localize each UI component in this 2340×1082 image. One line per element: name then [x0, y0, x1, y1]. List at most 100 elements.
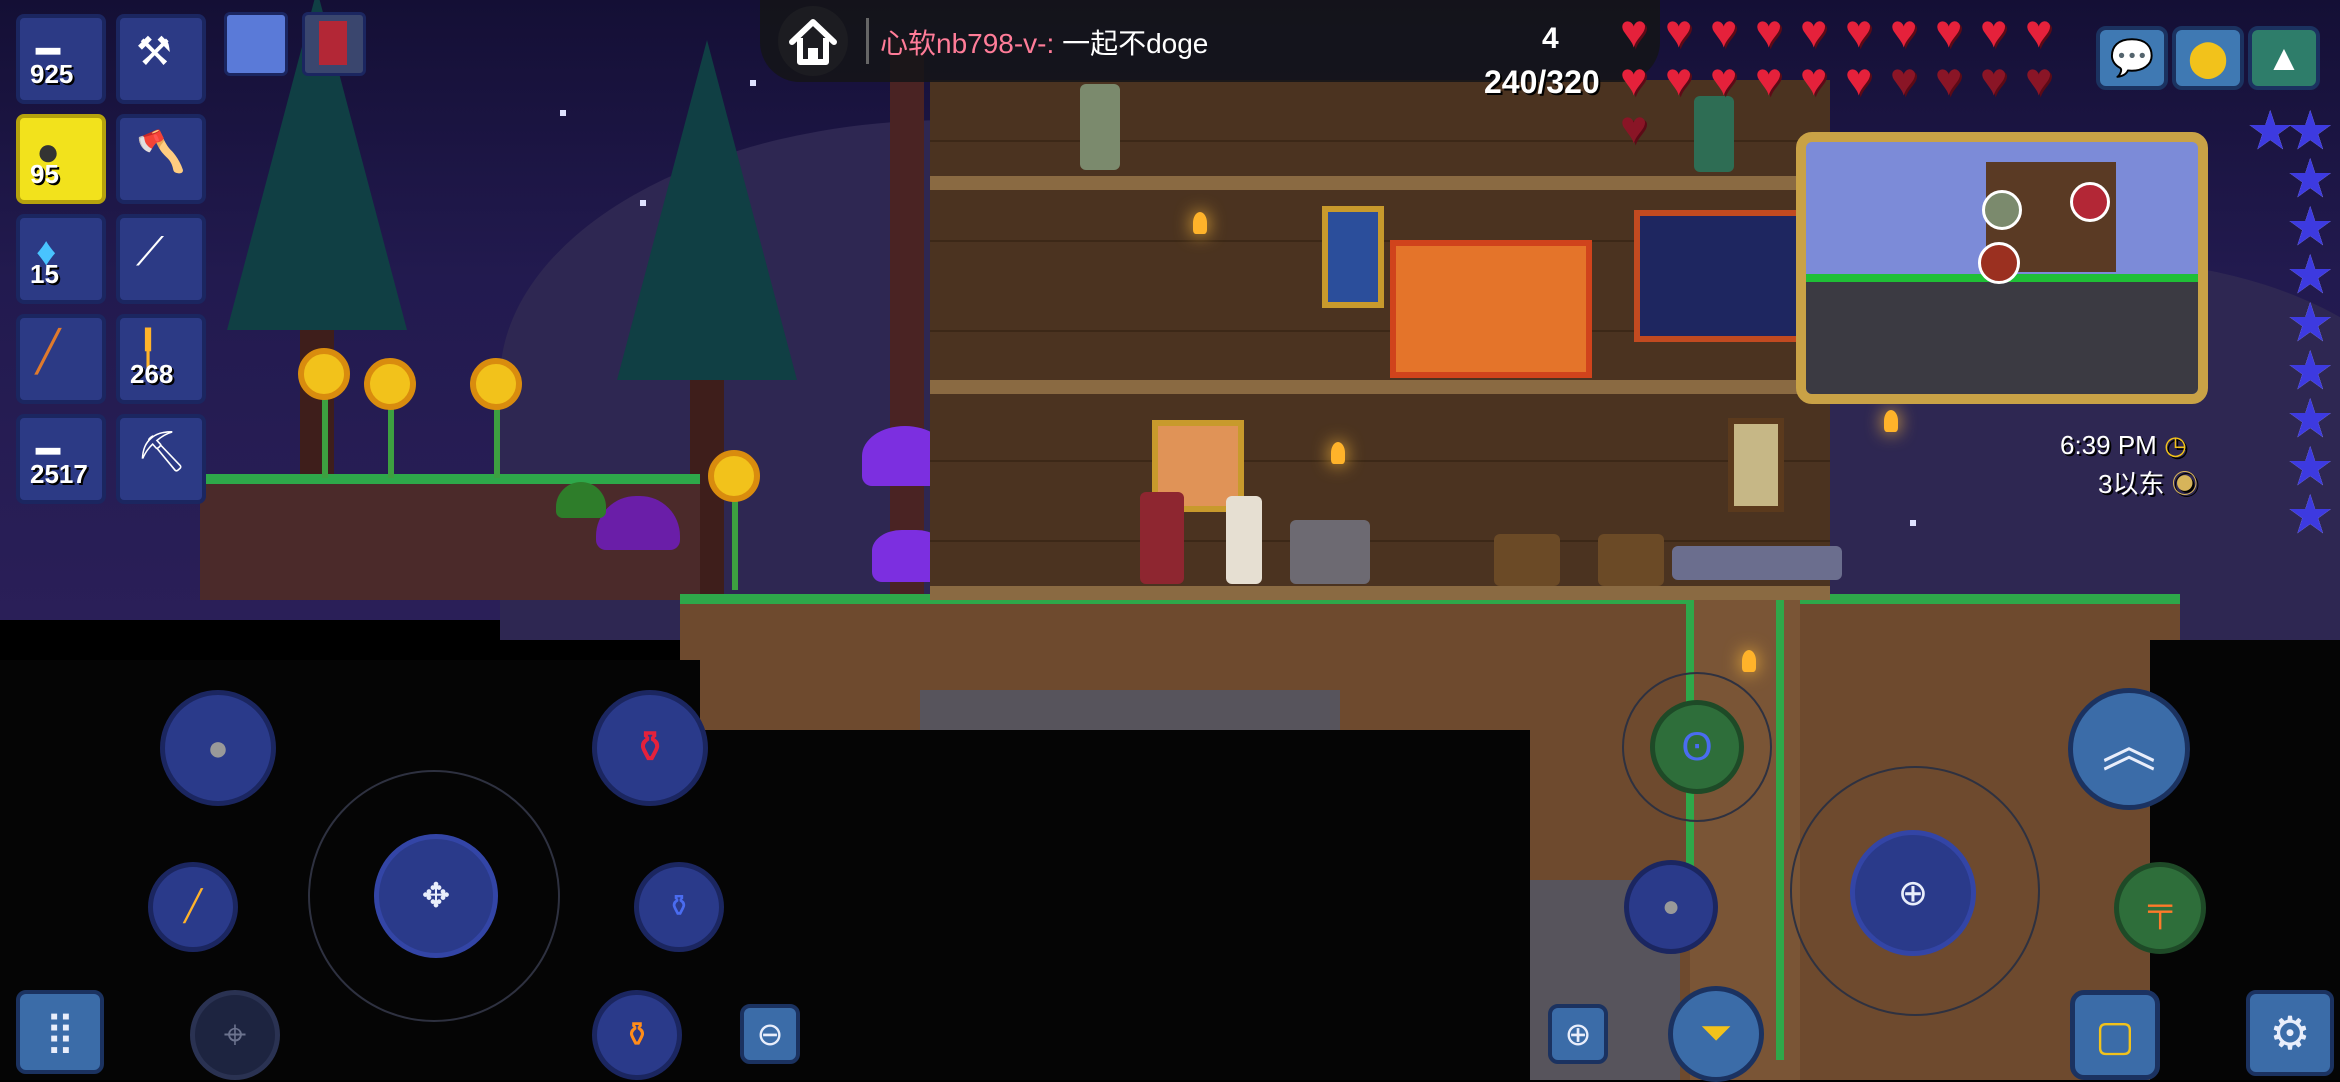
quick-mana-button[interactable]: ⚱: [634, 862, 724, 952]
house-floor: [930, 176, 1830, 190]
hotbar-slot-3[interactable]: ● 95: [16, 114, 106, 204]
smart-cursor-button[interactable]: ⌖: [190, 990, 280, 1080]
storage-chest[interactable]: [1494, 534, 1560, 586]
minimap-terrain: [1806, 282, 2198, 394]
inventory-button[interactable]: ⣿: [16, 990, 104, 1074]
heart-empty-icon: ♥: [2025, 53, 2053, 105]
quick-heal-button[interactable]: ⚱: [592, 690, 708, 806]
position-text: 3以东: [2098, 469, 2165, 499]
slot-count: 2517: [30, 459, 88, 489]
hotbar-slot-1[interactable]: ━ 925: [16, 14, 106, 104]
interact-button[interactable]: ▢: [2070, 990, 2160, 1080]
quick-item-button[interactable]: ●: [1624, 860, 1718, 954]
gun-icon: ╤: [2147, 889, 2173, 927]
player-character[interactable]: [1140, 492, 1184, 584]
heart-full-icon: ♥: [1755, 53, 1783, 105]
dpad-icon: ✥: [421, 877, 451, 915]
compass-position: 3以东 ◉: [2098, 464, 2198, 501]
heart-full-icon: ♥: [1890, 5, 1918, 57]
crosshair-icon: ⌖: [223, 1013, 247, 1057]
grass-top: [200, 474, 700, 484]
wall-torch: [1193, 212, 1207, 234]
hotbar-slot-4[interactable]: 🪓: [116, 114, 206, 204]
painting: [1728, 418, 1784, 512]
hotbar-slot-9[interactable]: ━ 2517: [16, 414, 106, 504]
square-icon: ▢: [2095, 1012, 2135, 1059]
movement-joystick[interactable]: ✥: [374, 834, 498, 958]
use-item-button[interactable]: ╤: [2114, 862, 2206, 954]
sunflower: [298, 348, 350, 400]
hotbar-slot-6[interactable]: ⟋: [116, 214, 206, 304]
hotbar-slot-8[interactable]: ╿ 268: [116, 314, 206, 404]
game-time: 6:39 PM ◷: [2060, 430, 2187, 461]
merchant-npc[interactable]: [1694, 96, 1734, 172]
slot-count: 925: [30, 59, 74, 89]
heart-full-icon: ♥: [1665, 5, 1693, 57]
minimap-npc-marker: [1982, 190, 2022, 230]
hotbar-slot-10[interactable]: ⛏: [116, 414, 206, 504]
grid-icon: ⣿: [45, 1010, 75, 1054]
heart-empty-icon: ♥: [1980, 53, 2008, 105]
bomb-icon: ●: [1661, 890, 1681, 923]
staff-icon: ╱: [36, 330, 61, 374]
guide-npc[interactable]: [1080, 84, 1120, 170]
heart-full-icon: ♥: [1665, 53, 1693, 105]
wall-plank: [930, 540, 1830, 542]
map-button[interactable]: ▲: [2248, 26, 2320, 90]
life-text: 240/320: [1484, 64, 1600, 100]
home-icon: [789, 19, 837, 65]
heart-full-icon: ♥: [1620, 53, 1648, 105]
chat-message: 心软nb798-v-: 一起不doge: [880, 22, 1208, 62]
heart-full-icon: ♥: [1710, 53, 1738, 105]
platform-icon: ⏷: [1700, 1011, 1732, 1055]
bomb-icon: ●: [207, 727, 229, 768]
wall-torch: [1742, 650, 1756, 672]
hotbar-slot-2[interactable]: ⚒: [116, 14, 206, 104]
bed[interactable]: [1672, 546, 1842, 580]
buff-potion-icon: ⚱: [622, 1016, 652, 1054]
wall-torch: [1884, 410, 1898, 432]
pine-tree: [617, 40, 797, 380]
compass-icon: ◉: [2171, 469, 2198, 499]
jump-button[interactable]: ︽: [2068, 688, 2190, 810]
cave: [700, 730, 1530, 1080]
zoom-out-icon: ⊖: [756, 1016, 784, 1052]
aim-joystick[interactable]: ⊕: [1850, 830, 1976, 956]
hotbar-slot-5[interactable]: ♦ 15: [16, 214, 106, 304]
furnace[interactable]: [1290, 520, 1370, 584]
zoom-in-button[interactable]: ⊕: [1548, 1004, 1608, 1064]
settings-button[interactable]: ⚙: [2246, 990, 2334, 1076]
house-floor: [930, 586, 1830, 600]
chat-sender: 心软nb798-v-:: [880, 28, 1055, 59]
speech-bubble-icon: 💬: [2109, 37, 2155, 78]
wall-plank: [930, 460, 1830, 462]
minimap[interactable]: [1796, 132, 2208, 404]
mana-potion-icon: ⚱: [666, 890, 692, 923]
hotbar-slot-7[interactable]: ╱: [16, 314, 106, 404]
zoom-out-button[interactable]: ⊖: [740, 1004, 800, 1064]
home-button[interactable]: [778, 6, 848, 76]
map-pin-button[interactable]: ⬤: [2172, 26, 2244, 90]
storage-chest[interactable]: [1598, 534, 1664, 586]
chat-button[interactable]: 💬: [2096, 26, 2168, 90]
moon-buff-icon[interactable]: [224, 12, 288, 76]
pickaxe-icon: ⛏: [136, 430, 187, 474]
slot-count: 95: [30, 159, 59, 189]
banner-buff-icon[interactable]: [302, 12, 366, 76]
star: [560, 110, 566, 116]
drop-platform-button[interactable]: ⏷: [1668, 986, 1764, 1082]
nurse-npc[interactable]: [1226, 496, 1262, 584]
painting: [1322, 206, 1384, 308]
axe-icon: 🪓: [136, 130, 186, 174]
quick-bomb-button[interactable]: ●: [160, 690, 276, 806]
quick-buff-button[interactable]: ⚱: [592, 990, 682, 1080]
grapple-hook-button[interactable]: ʘ: [1650, 700, 1744, 794]
heart-full-icon: ♥: [1800, 53, 1828, 105]
grapple-hook-icon: ʘ: [1681, 725, 1713, 769]
star: [1910, 520, 1916, 526]
quick-torch-button[interactable]: ╱: [148, 862, 238, 952]
shovel-icon: ⟋: [136, 230, 164, 274]
heart-full-icon: ♥: [1935, 5, 1963, 57]
zoom-in-icon: ⊕: [1564, 1016, 1592, 1052]
minimap-player-marker: [1978, 242, 2020, 284]
